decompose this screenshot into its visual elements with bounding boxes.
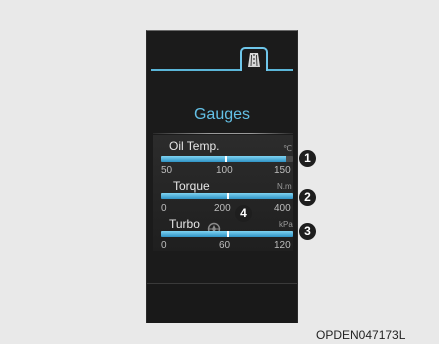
turbo-unit: kPa [279,220,293,229]
turbo-bar [161,231,293,237]
torque-marker [227,193,229,199]
page-title: Gauges [193,106,251,123]
oil-temp-unit: ℃ [283,144,292,153]
oil-temp-bar [161,156,293,162]
top-tab-bar [147,31,297,71]
oil-temp-tick-mid: 100 [216,165,233,176]
callout-2: 2 [299,189,316,206]
bottom-bar [147,283,297,323]
oil-temp-tick-max: 150 [274,165,291,176]
torque-unit: N.m [277,182,292,191]
title-divider [153,133,293,134]
turbo-marker [227,231,229,237]
cluster-display: Gauges Oil Temp. ℃ 50 100 150 Torque N.m… [146,30,298,323]
turbo-tick-max: 120 [274,240,291,251]
torque-bar [161,193,293,199]
torque-tick-min: 0 [161,203,167,214]
callout-1: 1 [299,150,316,167]
turbo-tick-min: 0 [161,240,167,251]
turbo-tick-mid: 60 [219,240,231,251]
torque-tick-mid: 200 [214,203,231,214]
tab-underline [151,69,293,71]
torque-tick-max: 400 [274,203,291,214]
oil-temp-marker [225,156,227,162]
callout-3: 3 [299,223,316,240]
callout-4: 4 [235,205,252,222]
oil-temp-tick-min: 50 [161,165,173,176]
road-lanes-icon[interactable] [240,47,268,71]
turbo-label: Turbo [169,217,200,231]
oil-temp-label: Oil Temp. [169,139,220,153]
image-code: OPDEN047173L [316,328,406,342]
oil-temp-fill [161,156,287,162]
torque-label: Torque [173,179,210,193]
